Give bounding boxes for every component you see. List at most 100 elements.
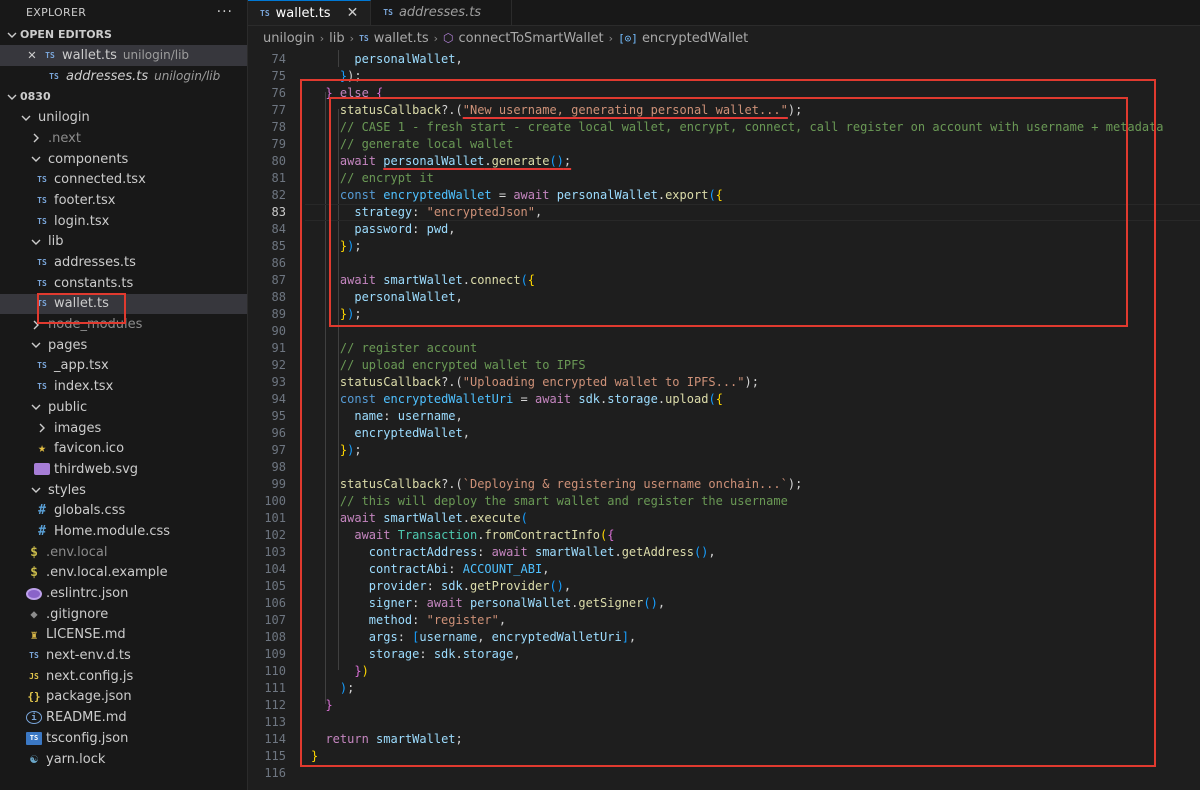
explorer-sidebar: EXPLORER ··· OPEN EDITORS ✕ TS wallet.ts… xyxy=(0,0,248,790)
code-line-current: 83 strategy: "encryptedJson", xyxy=(248,204,1200,221)
tree-label: next-env.d.ts xyxy=(46,648,131,664)
open-editor-addresses[interactable]: TS addresses.ts unilogin/lib xyxy=(0,66,247,87)
typescript-file-icon: TS xyxy=(37,382,47,392)
line-number: 109 xyxy=(264,647,286,661)
tree-label: .env.local xyxy=(46,544,108,560)
folder-public[interactable]: public xyxy=(0,397,247,418)
chevron-down-icon xyxy=(28,234,44,250)
line-code: name: username, xyxy=(354,409,463,423)
chevron-down-icon xyxy=(28,399,44,415)
yarn-file-icon: ☯ xyxy=(30,751,38,767)
css-file-icon: # xyxy=(38,503,46,519)
typescript-file-icon: TS xyxy=(37,175,47,185)
line-number: 75 xyxy=(271,69,286,83)
folder-components[interactable]: components xyxy=(0,149,247,170)
line-number: 97 xyxy=(271,443,286,457)
line-number: 76 xyxy=(271,86,286,100)
tree-label: thirdweb.svg xyxy=(54,461,139,477)
file-wallet[interactable]: TS wallet.ts xyxy=(0,293,247,315)
folder-lib[interactable]: lib xyxy=(0,232,247,253)
line-number: 111 xyxy=(264,681,286,695)
code-line: 76 } else { xyxy=(248,85,1200,102)
chevron-down-icon xyxy=(4,27,20,43)
close-icon[interactable]: ✕ xyxy=(347,5,359,21)
line-code: }); xyxy=(339,443,362,457)
file-env-local[interactable]: $ .env.local xyxy=(0,542,247,563)
line-code: // generate local wallet xyxy=(339,137,514,151)
folder-pages[interactable]: pages xyxy=(0,335,247,356)
file-next-env[interactable]: TS next-env.d.ts xyxy=(0,645,247,666)
code-line: 110 }) xyxy=(248,663,1200,680)
tree-label: unilogin xyxy=(38,110,90,126)
line-number: 115 xyxy=(264,749,286,763)
code-line: 105 provider: sdk.getProvider(), xyxy=(248,578,1200,595)
file-constants[interactable]: TS constants.ts xyxy=(0,273,247,294)
info-icon: i xyxy=(26,711,42,725)
file-license[interactable]: ♜ LICENSE.md xyxy=(0,625,247,646)
code-line: 87 await smartWallet.connect({ xyxy=(248,272,1200,289)
git-file-icon: ◆ xyxy=(30,607,38,622)
more-actions-icon[interactable]: ··· xyxy=(217,4,233,20)
code-line: 93 statusCallback?.("Uploading encrypted… xyxy=(248,374,1200,391)
line-number: 80 xyxy=(271,154,286,168)
line-number: 90 xyxy=(271,324,286,338)
chevron-down-icon xyxy=(28,482,44,498)
breadcrumb-item[interactable]: encryptedWallet xyxy=(642,31,748,46)
tree-label: _app.tsx xyxy=(54,358,109,374)
tab-addresses[interactable]: TS addresses.ts xyxy=(371,0,513,25)
file-gitignore[interactable]: ◆ .gitignore xyxy=(0,604,247,625)
tree-label: Home.module.css xyxy=(54,523,171,539)
tab-label: wallet.ts xyxy=(275,5,331,21)
file-addresses[interactable]: TS addresses.ts xyxy=(0,252,247,273)
file-app[interactable]: TS _app.tsx xyxy=(0,356,247,377)
breadcrumb-item[interactable]: connectToSmartWallet xyxy=(459,31,604,46)
code-line: 108 args: [username, encryptedWalletUri]… xyxy=(248,629,1200,646)
close-icon[interactable]: ✕ xyxy=(24,47,40,63)
folder-images[interactable]: images xyxy=(0,418,247,439)
tree-label: public xyxy=(48,399,88,415)
code-line: 94 const encryptedWalletUri = await sdk.… xyxy=(248,391,1200,408)
file-index[interactable]: TS index.tsx xyxy=(0,376,247,397)
open-editor-path: unilogin/lib xyxy=(154,69,221,84)
file-footer[interactable]: TS footer.tsx xyxy=(0,190,247,211)
file-yarn-lock[interactable]: ☯ yarn.lock xyxy=(0,749,247,770)
folder-node-modules[interactable]: node_modules xyxy=(0,314,247,335)
folder-title: 0830 xyxy=(20,90,51,104)
breadcrumb-item[interactable]: unilogin xyxy=(263,31,315,46)
open-editor-wallet[interactable]: ✕ TS wallet.ts unilogin/lib xyxy=(0,45,247,66)
line-number: 114 xyxy=(264,732,286,746)
star-icon: ★ xyxy=(38,441,46,457)
folder-section[interactable]: 0830 xyxy=(0,86,247,107)
code-line: 100 // this will deploy the smart wallet… xyxy=(248,493,1200,510)
css-file-icon: # xyxy=(38,523,46,539)
line-number: 107 xyxy=(264,613,286,627)
folder-unilogin[interactable]: unilogin xyxy=(0,107,247,128)
tab-wallet[interactable]: TS wallet.ts ✕ xyxy=(248,0,372,25)
file-login[interactable]: TS login.tsx xyxy=(0,211,247,232)
breadcrumb-item[interactable]: wallet.ts xyxy=(374,31,429,46)
line-code: strategy: "encryptedJson", xyxy=(354,205,543,219)
tree-label: constants.ts xyxy=(54,275,134,291)
file-readme[interactable]: i README.md xyxy=(0,707,247,728)
file-env-local-example[interactable]: $ .env.local.example xyxy=(0,563,247,584)
breadcrumb-item[interactable]: lib xyxy=(329,31,344,46)
file-home-module-css[interactable]: # Home.module.css xyxy=(0,521,247,542)
file-favicon[interactable]: ★ favicon.ico xyxy=(0,438,247,459)
typescript-file-icon: TS xyxy=(49,71,59,81)
file-thirdweb-svg[interactable]: thirdweb.svg xyxy=(0,459,247,480)
line-code: } xyxy=(311,749,319,763)
line-number: 106 xyxy=(264,596,286,610)
folder-next[interactable]: .next xyxy=(0,128,247,149)
line-code: statusCallback?.("New username, generati… xyxy=(339,103,803,117)
folder-styles[interactable]: styles xyxy=(0,480,247,501)
file-eslintrc[interactable]: .eslintrc.json xyxy=(0,583,247,604)
file-globals-css[interactable]: # globals.css xyxy=(0,500,247,521)
file-connected[interactable]: TS connected.tsx xyxy=(0,169,247,190)
file-next-config[interactable]: JS next.config.js xyxy=(0,666,247,687)
code-line: 98 xyxy=(248,459,1200,476)
file-package-json[interactable]: {} package.json xyxy=(0,687,247,708)
open-editors-section[interactable]: OPEN EDITORS xyxy=(0,24,247,45)
code-line: 114 return smartWallet; xyxy=(248,731,1200,748)
code-editor[interactable]: 74 personalWallet, 75 }); 76 } else { 77… xyxy=(248,50,1200,790)
file-tsconfig[interactable]: TS tsconfig.json xyxy=(0,728,247,749)
